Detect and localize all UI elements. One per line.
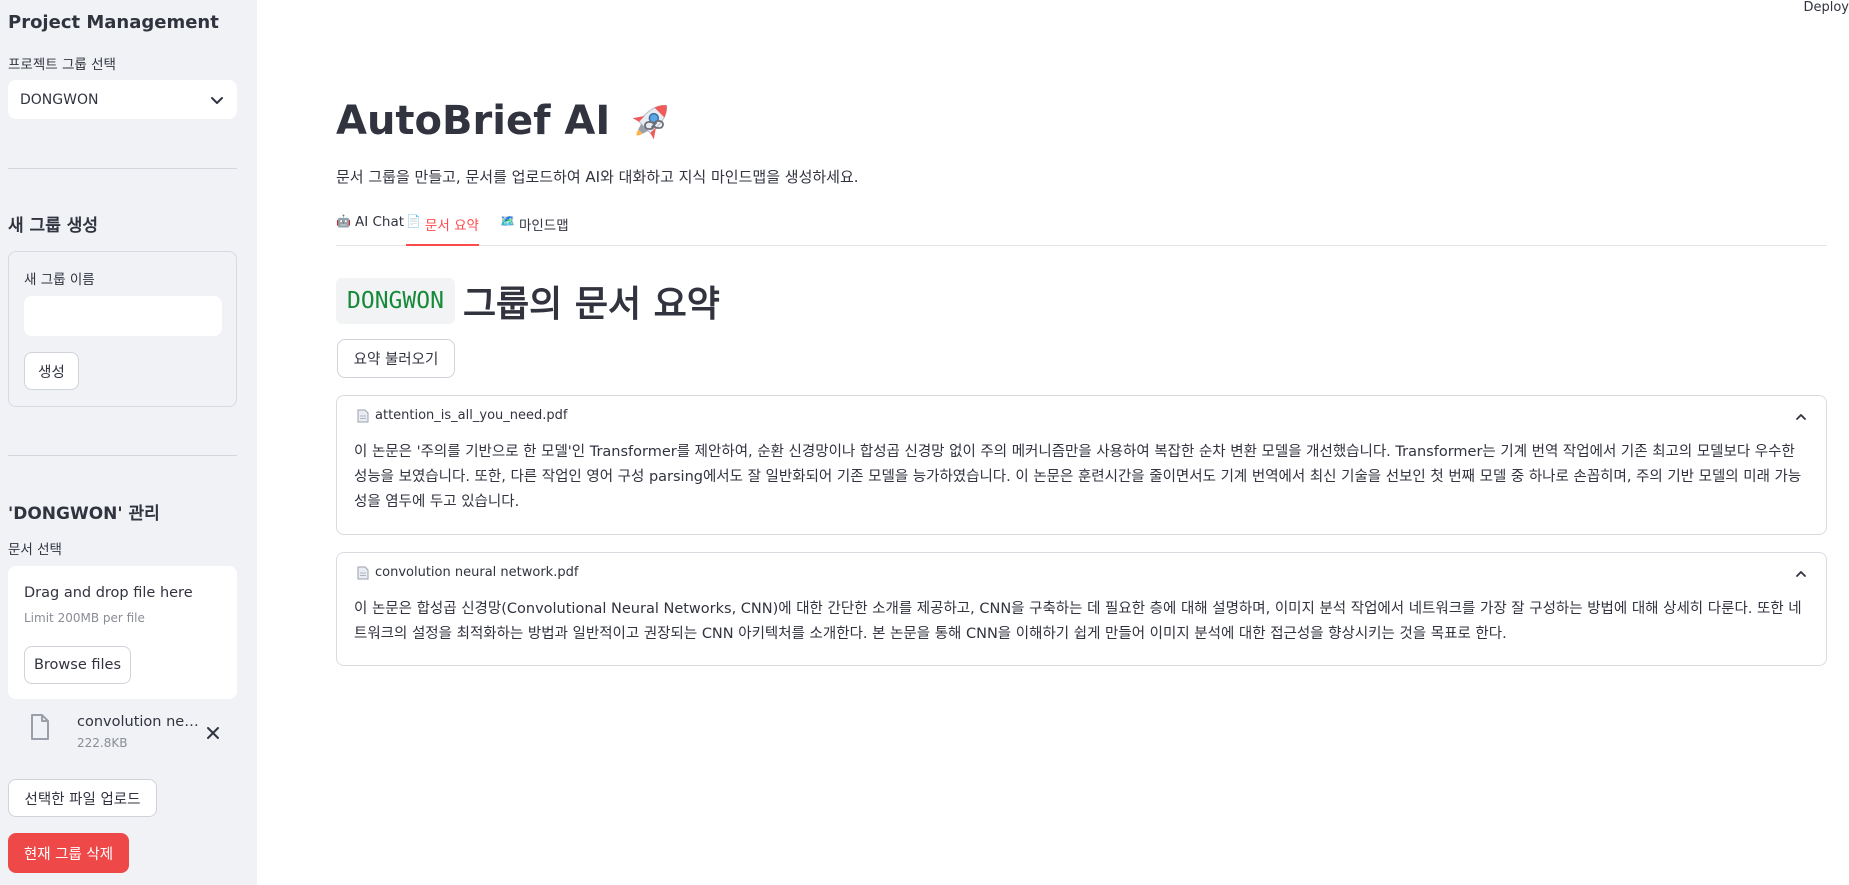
summary-heading-text: 그룹의 문서 요약 [462,284,720,325]
uploaded-file-name: convolution neural network.pdf [77,714,205,730]
group-name-code: DONGWON [336,278,455,324]
create-group-button[interactable]: 생성 [24,352,79,390]
load-summary-button[interactable]: 요약 불러오기 [337,339,455,378]
summary-filename: convolution neural network.pdf [375,565,579,580]
new-group-name-label: 새 그룹 이름 [24,272,95,288]
page-title-row: AutoBrief AI [336,96,676,146]
tab-document-summary[interactable]: 📄 문서 요약 [406,212,479,246]
group-select-value: DONGWON [20,91,99,108]
summary-expander: convolution neural network.pdf 이 논문은 합성곱… [336,552,1827,666]
tab-label: 문서 요약 [424,218,479,234]
summary-expander: attention_is_all_you_need.pdf 이 논문은 '주의를… [336,395,1827,535]
page-subtitle: 문서 그룹을 만들고, 문서를 업로드하여 AI와 대화하고 지식 마인드맵을 … [336,168,859,186]
dropzone-limit: Limit 200MB per file [24,611,145,625]
close-icon[interactable] [204,724,222,742]
tab-mindmap[interactable]: 🗺️ 마인드맵 [500,212,569,246]
robot-icon: 🤖 [336,214,351,228]
file-dropzone[interactable]: Drag and drop file here Limit 200MB per … [8,566,237,699]
summary-text: 이 논문은 '주의를 기반으로 한 모델'인 Transformer를 제안하여… [354,444,1802,510]
summary-text: 이 논문은 합성곱 신경망(Convolutional Neural Netwo… [354,601,1802,642]
file-icon [31,714,49,740]
new-group-name-input[interactable] [24,296,222,336]
dropzone-title: Drag and drop file here [24,585,193,601]
tab-label: AI Chat [354,214,405,230]
new-group-form: 새 그룹 이름 생성 [8,251,237,407]
browse-files-button[interactable]: Browse files [24,646,131,684]
tab-ai-chat[interactable]: 🤖 AI Chat [336,212,404,246]
sidebar: Project Management 프로젝트 그룹 선택 DONGWON 새 … [0,0,257,885]
document-icon [357,566,369,579]
link-icon[interactable] [643,114,665,136]
sidebar-title: Project Management [8,12,219,33]
delete-group-button[interactable]: 현재 그룹 삭제 [8,833,129,873]
chevron-down-icon [211,96,223,104]
tab-label: 마인드맵 [518,218,569,234]
tab-bar: 🤖 AI Chat 📄 문서 요약 🗺️ 마인드맵 [336,212,1827,246]
expander-header[interactable]: attention_is_all_you_need.pdf [357,408,567,423]
map-icon: 🗺️ [500,214,515,228]
chevron-up-icon[interactable] [1794,567,1808,581]
uploaded-file-size: 222.8KB [77,736,128,750]
deploy-button[interactable]: Deploy [1803,0,1849,15]
sidebar-divider [8,455,237,456]
summary-filename: attention_is_all_you_need.pdf [375,408,568,423]
doc-select-label: 문서 선택 [8,542,62,558]
document-icon [357,409,369,422]
group-select[interactable]: DONGWON [8,80,237,119]
new-group-heading: 새 그룹 생성 [8,216,99,236]
document-icon: 📄 [406,214,421,228]
summary-heading: DONGWON 그룹의 문서 요약 [336,278,720,325]
chevron-up-icon[interactable] [1794,410,1808,424]
uploaded-file-item: convolution neural network.pdf 222.8KB [8,708,237,756]
manage-heading: 'DONGWON' 관리 [8,504,160,524]
expander-header[interactable]: convolution neural network.pdf [357,565,578,580]
group-select-label: 프로젝트 그룹 선택 [8,57,116,73]
upload-selected-button[interactable]: 선택한 파일 업로드 [8,779,157,817]
sidebar-divider [8,168,237,169]
page-title: AutoBrief AI [336,98,611,144]
